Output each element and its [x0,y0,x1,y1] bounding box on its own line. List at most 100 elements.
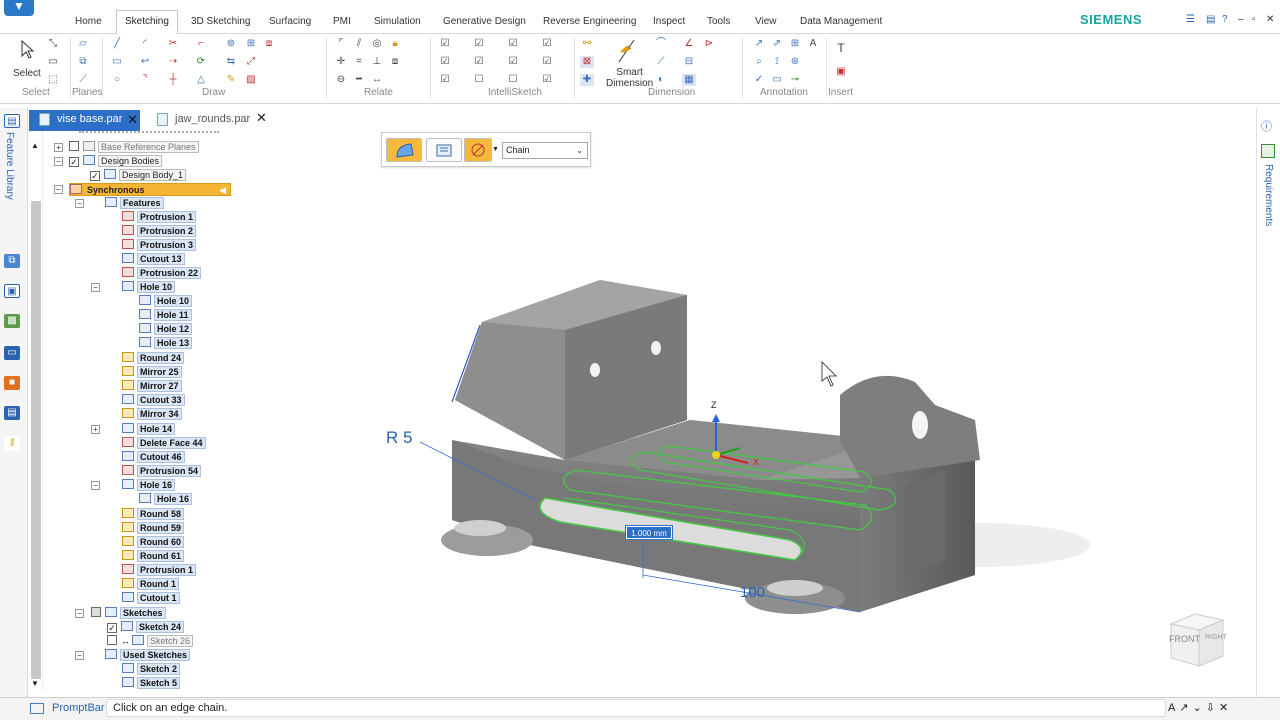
tree-item[interactable]: Protrusion 22 [122,267,202,280]
length-dimension-label[interactable]: 100 [740,584,765,601]
tab-simulation[interactable]: Simulation [374,15,421,29]
paint-icon[interactable]: ✎ [224,74,238,86]
expand-toggle[interactable]: − [54,157,63,166]
dimension-coordinate-icon[interactable]: ⊳ [702,38,716,50]
dimension-between-icon[interactable]: ⌒ [654,38,668,50]
scroll-down-icon[interactable]: ▼ [31,679,39,688]
select-box-icon[interactable]: ⬚ [46,74,60,86]
help-icon[interactable]: ? [1222,14,1228,25]
include-icon[interactable]: ⊞ [244,38,258,50]
annotation-search-icon[interactable]: ⌕ [752,56,766,68]
lock-plane-icon[interactable]: ✚ [580,74,594,86]
relate-concentric-icon[interactable]: ◎ [370,38,384,50]
annotation-weld-icon[interactable]: ⊛ [788,56,802,68]
tree-item[interactable]: Protrusion 3 [122,239,197,252]
face-select-button[interactable] [386,138,422,162]
view-icon[interactable]: ▭ [4,346,20,360]
color-icon[interactable]: ■ [4,376,20,390]
intelli-onelement-icon[interactable]: ☑ [438,74,452,86]
expand-toggle[interactable]: − [75,651,84,660]
tab-tools[interactable]: Tools [707,15,730,29]
relate-parallel-icon[interactable]: ⫽ [352,38,366,50]
dimension-grid-icon[interactable]: ▦ [682,74,696,86]
tree-item[interactable]: Hole 11 [139,309,192,322]
select-button-label[interactable]: Select [13,68,41,79]
tab-pmi[interactable]: PMI [333,15,351,29]
tree-used-sketches[interactable]: Used Sketches [105,649,191,662]
tree-item[interactable]: Protrusion 1 [122,564,197,577]
tree-sketches[interactable]: Sketches [91,607,166,620]
close-tab-icon[interactable]: ✕ [256,110,267,126]
select-filter-icon[interactable]: ▭ [46,56,60,68]
relate-symmetric-icon[interactable]: ⧈ [388,56,402,68]
annotation-surface-icon[interactable]: ✓ [752,74,766,86]
view-cube[interactable]: FRONT RIGHT [1165,612,1229,668]
close-tab-icon[interactable]: ✕ [127,112,138,128]
expand-toggle[interactable]: − [91,481,100,490]
tree-item[interactable]: Protrusion 2 [122,225,197,238]
insert-text-icon[interactable]: T [834,42,848,54]
tree-item[interactable]: Mirror 27 [122,380,182,393]
scroll-up-icon[interactable]: ▲ [31,141,39,150]
maintain-relationships-icon[interactable]: ⊠ [580,56,594,68]
close-icon[interactable]: ✕ [1266,14,1274,25]
dimension-symmetric-icon[interactable]: ⟋ [654,56,668,68]
tree-features[interactable]: Features [105,197,164,210]
tree-item[interactable]: Cutout 1 [122,592,180,605]
intelli-silhouette-icon[interactable]: ☐ [506,74,520,86]
tree-item[interactable]: Cutout 33 [122,394,185,407]
tree-item[interactable]: Mirror 25 [122,366,182,379]
tree-item[interactable]: Base Reference Planes [69,141,199,154]
line-icon[interactable]: ╱ [110,38,124,50]
tree-item[interactable]: Round 58 [122,508,185,521]
tree-item[interactable]: Cutout 46 [122,451,185,464]
annotation-leader-icon[interactable]: ↗ [752,38,766,50]
tree-item[interactable]: Hole 14 [122,423,176,436]
annotation-edge-icon[interactable]: ▭ [770,74,784,86]
mirror-icon[interactable]: ⇆ [224,56,238,68]
intelli-alignment-icon[interactable]: ☑ [540,74,554,86]
tree-item[interactable]: Hole 10 [139,295,193,308]
application-menu-button[interactable]: ▼ [4,0,34,16]
requirements-icon[interactable] [1261,144,1275,158]
tab-reverse-engineering[interactable]: Reverse Engineering [543,15,636,29]
relationship-handles-icon[interactable]: ⚯ [580,38,594,50]
intelli-angle-icon[interactable]: ☑ [540,38,554,50]
data-icon[interactable]: ▤ [4,406,20,420]
tab-view[interactable]: View [755,15,777,29]
annotation-balloon-icon[interactable]: ⊞ [788,38,802,50]
tree-item[interactable]: Hole 16 [122,479,176,492]
triangle-icon[interactable]: △ [194,74,208,86]
annotation-callout-icon[interactable]: ⇗ [770,38,784,50]
relate-collinear-icon[interactable]: ↔ [370,74,384,86]
options-button[interactable] [426,138,462,162]
expand-toggle[interactable]: + [91,425,100,434]
relate-connect-icon[interactable]: ✛ [334,56,348,68]
arc-icon[interactable]: ◜ [138,38,152,50]
list-icon[interactable]: ☰ [1186,14,1195,25]
tab-home[interactable]: Home [75,15,102,29]
expand-toggle[interactable]: − [91,283,100,292]
tree-item[interactable]: Hole 10 [122,281,176,294]
plane-offset-icon[interactable]: ⧉ [76,56,90,68]
expand-toggle[interactable]: + [54,143,63,152]
plane-icon[interactable]: ▱ [76,38,90,50]
project-icon[interactable]: ⊚ [224,38,238,50]
insert-image-icon[interactable]: ▣ [834,66,848,78]
requirements-tab[interactable]: Requirements [1263,164,1274,226]
doc-tab-jaw-rounds[interactable]: jaw_rounds.par [147,110,255,131]
expand-toggle[interactable]: − [75,609,84,618]
tree-item[interactable]: Sketch 2 [122,663,181,676]
annotation-datum-icon[interactable]: ⊸ [788,74,802,86]
intelli-midpoint-icon[interactable]: ☑ [438,56,452,68]
chevron-down-icon[interactable]: ▼ [492,146,499,153]
tree-item[interactable]: ↔ Sketch 26 [107,635,194,648]
tree-item[interactable]: Hole 16 [139,493,193,506]
layout-icon[interactable]: ▤ [1206,14,1215,25]
feature-library-tab[interactable]: Feature Library [4,132,15,200]
minimize-icon[interactable]: – [1238,14,1244,25]
layers-icon[interactable]: ▣ [4,284,20,298]
annotation-text-icon[interactable]: A [806,38,820,50]
tab-3d-sketching[interactable]: 3D Sketching [191,15,250,29]
trim-icon[interactable]: ✂ [166,38,180,50]
